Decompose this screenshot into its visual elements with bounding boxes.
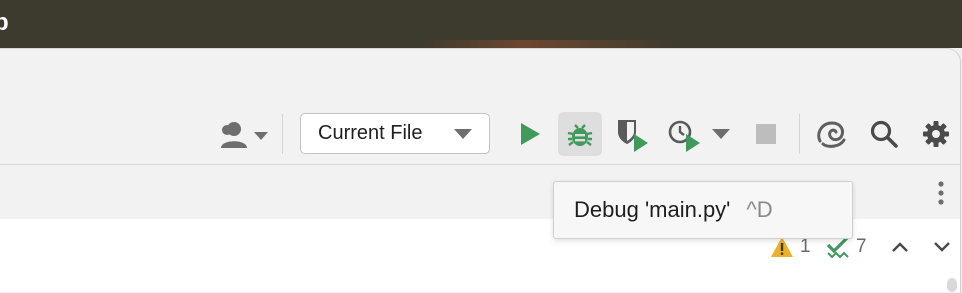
- stop-icon: [756, 124, 776, 144]
- checks-count: 7: [856, 236, 867, 257]
- user-account-button[interactable]: [216, 118, 272, 154]
- warning-icon: [771, 237, 793, 257]
- settings-button[interactable]: [918, 116, 954, 152]
- run-configuration-select[interactable]: Current File: [300, 113, 490, 154]
- next-highlight-button[interactable]: [928, 234, 956, 260]
- run-configuration-label: Current File: [318, 122, 423, 144]
- os-menubar: p: [0, 0, 962, 48]
- profile-dropdown-button[interactable]: [708, 124, 734, 144]
- user-account-icon: [221, 122, 268, 148]
- settings-icon: [923, 121, 949, 147]
- editor-scrollbar[interactable]: [947, 278, 957, 292]
- warnings-count: 1: [800, 236, 811, 257]
- run-button[interactable]: [512, 116, 548, 152]
- debug-icon-wrap: [563, 117, 597, 151]
- chevron-down-icon: [934, 242, 950, 252]
- ai-assistant-button[interactable]: [812, 115, 850, 153]
- tooltip-text: Debug 'main.py': [574, 197, 731, 222]
- chevron-up-icon: [892, 242, 908, 252]
- tab-options-button[interactable]: [930, 178, 952, 208]
- stop-button[interactable]: [752, 120, 780, 148]
- search-button[interactable]: [866, 116, 902, 152]
- chevron-down-icon: [712, 128, 730, 139]
- profile-icon: [668, 120, 700, 152]
- run-icon: [521, 123, 540, 145]
- previous-highlight-button[interactable]: [886, 234, 914, 260]
- chevron-down-icon: [454, 129, 472, 139]
- menubar-app-name[interactable]: p: [0, 8, 9, 38]
- menubar-background-glow: [420, 40, 680, 48]
- coverage-icon: [618, 120, 648, 152]
- debug-icon: [567, 124, 593, 146]
- coverage-button[interactable]: [614, 116, 652, 154]
- search-icon: [870, 120, 898, 148]
- tooltip-shortcut: ^D: [746, 197, 773, 222]
- more-vertical-icon: [938, 181, 944, 205]
- toolbar-divider: [282, 114, 283, 154]
- debug-tooltip: Debug 'main.py' ^D: [553, 181, 853, 239]
- profile-button[interactable]: [666, 116, 704, 154]
- toolbar-divider: [799, 114, 800, 154]
- ai-assistant-icon: [817, 121, 846, 148]
